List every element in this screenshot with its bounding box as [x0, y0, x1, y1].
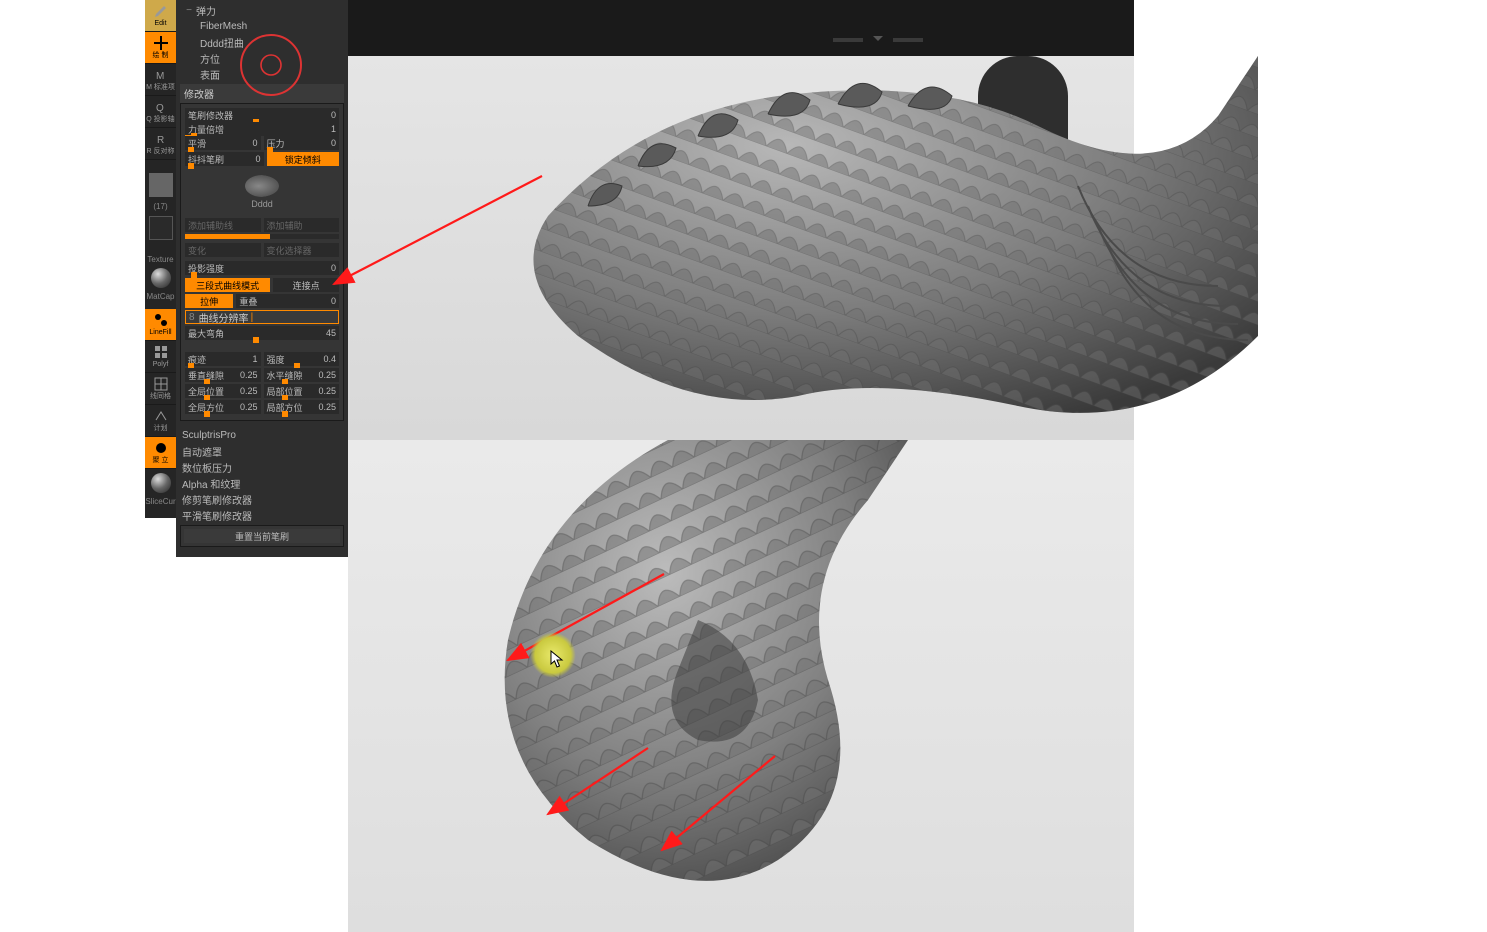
m-mode-button[interactable]: M M 标准项 [145, 64, 176, 96]
left-tool-rail: Edit 绘 制 M M 标准项 Q Q 投影轴 R R 反对称 (17) Te… [145, 0, 176, 518]
svg-text:Q: Q [156, 103, 164, 114]
lpos-slider[interactable]: 局部位置0.25 [264, 384, 340, 398]
gori-slider[interactable]: 全局方位0.25 [185, 400, 261, 414]
mouse-cursor-icon [550, 650, 564, 668]
three-seg-curve-button[interactable]: 三段式曲线模式 [185, 278, 270, 292]
panel-tree: −弹力 FiberMesh Dddd扭曲 方位 表面 [176, 0, 348, 84]
wire-label: 线同格 [150, 393, 171, 401]
jitter-slider[interactable]: 抖抖笔刷0 [185, 152, 264, 166]
curve-resolution-input[interactable]: 8 曲线分辨率 | [185, 310, 339, 324]
texture-swatch-label: (17) [145, 200, 176, 213]
m-mode-label: M 标准项 [146, 84, 175, 92]
lock-tilt-button[interactable]: 锁定倾斜 [267, 152, 340, 166]
matcap-label: MatCap [145, 290, 176, 303]
tree-item[interactable]: 表面 [182, 66, 342, 82]
connect-points-button[interactable]: 连接点 [273, 278, 339, 292]
brush-preview-name: Dddd [251, 199, 273, 209]
panel-drag-handle[interactable] [833, 38, 923, 43]
zadd-label: 聚 立 [153, 457, 169, 465]
texture-label: Texture [145, 253, 176, 266]
linefill-label: LineFill [149, 329, 171, 337]
pressure-slider[interactable]: 压力0 [264, 136, 340, 150]
viewport-lower[interactable] [348, 440, 1134, 932]
zadd-button[interactable]: 聚 立 [145, 437, 176, 469]
brush-settings-panel: −弹力 FiberMesh Dddd扭曲 方位 表面 修改器 笔刷修改器0 力量… [176, 0, 348, 557]
brush-preview-icon [245, 175, 279, 197]
brush-preview[interactable]: Dddd [185, 170, 339, 214]
svg-text:M: M [156, 71, 164, 82]
aux-progress [185, 234, 339, 239]
edit-mode-label: Edit [154, 20, 166, 28]
strength-slider[interactable]: 强度0.4 [264, 352, 340, 366]
tree-item[interactable]: 平滑笔刷修改器 [182, 507, 342, 523]
tree-item[interactable]: 自动遮罩 [182, 443, 342, 459]
wire-button[interactable]: 线同格 [145, 373, 176, 405]
gpos-slider[interactable]: 全局位置0.25 [185, 384, 261, 398]
polyf-button[interactable]: Polyf [145, 341, 176, 373]
q-mode-button[interactable]: Q Q 投影轴 [145, 96, 176, 128]
tree-item[interactable]: Dddd扭曲 [182, 34, 342, 50]
slicecurve-label: SliceCur [145, 495, 176, 508]
vgap-slider[interactable]: 垂直缝隙0.25 [185, 368, 261, 382]
linefill-button[interactable]: LineFill [145, 309, 176, 341]
variation-btn[interactable]: 变化 [185, 243, 261, 257]
svg-text:R: R [157, 135, 164, 146]
variation-picker-btn[interactable]: 变化选择器 [264, 243, 340, 257]
edit-mode-button[interactable]: Edit [145, 0, 176, 32]
smooth-slider[interactable]: 平滑0 [185, 136, 261, 150]
matcap-preview[interactable] [151, 268, 171, 288]
texture-slot-empty[interactable] [149, 216, 173, 240]
stretch-button[interactable]: 拉伸 [185, 294, 233, 308]
spacing-slider[interactable]: 痕迹1 [185, 352, 261, 366]
brush-modifier-slider[interactable]: 笔刷修改器0 [185, 108, 339, 122]
texture-swatch[interactable] [149, 173, 173, 197]
aux-line-btn[interactable]: 添加辅助线 [185, 218, 261, 232]
tree-item[interactable]: 修剪笔刷修改器 [182, 491, 342, 507]
modifier-section: 笔刷修改器0 力量倍增1 平滑0 压力0 抖抖笔刷0 锁定倾斜 Dddd 添加辅… [180, 103, 344, 421]
tree-item[interactable]: FiberMesh [182, 18, 342, 34]
r-mode-button[interactable]: R R 反对称 [145, 128, 176, 160]
tree-item[interactable]: 方位 [182, 50, 342, 66]
q-mode-label: Q 投影轴 [146, 116, 174, 124]
sculpt-model-upper [518, 56, 1258, 456]
tree-item[interactable]: 数位板压力 [182, 459, 342, 475]
draw-mode-button[interactable]: 绘 制 [145, 32, 176, 64]
max-angle-slider[interactable]: 最大弯角45 [185, 326, 339, 340]
bottom-tree: SculptrisPro 自动遮罩 数位板压力 Alpha 和纹理 修剪笔刷修改… [176, 425, 348, 525]
viewport-upper[interactable] [348, 56, 1134, 440]
lori-slider[interactable]: 局部方位0.25 [264, 400, 340, 414]
polyf-label: Polyf [153, 361, 169, 369]
aux-btn[interactable]: 添加辅助 [264, 218, 340, 232]
tree-item[interactable]: Alpha 和纹理 [182, 475, 342, 491]
overlap-slider[interactable]: 重叠0 [236, 294, 339, 308]
projection-strength-slider[interactable]: 投影强度0 [185, 261, 339, 275]
hgap-slider[interactable]: 水平缝隙0.25 [264, 368, 340, 382]
r-mode-label: R 反对称 [147, 148, 175, 156]
intensity-slider[interactable]: 力量倍增1 [185, 122, 339, 136]
draw-mode-label: 绘 制 [153, 52, 169, 60]
plan-button[interactable]: 计划 [145, 405, 176, 437]
sculpt-model-lower [448, 440, 1048, 932]
plan-label: 计划 [154, 425, 168, 433]
slicecurve-icon[interactable] [151, 473, 171, 493]
tree-item[interactable]: −弹力 [182, 2, 342, 18]
tree-item[interactable]: SculptrisPro [182, 427, 342, 443]
reset-brush-button[interactable]: 重置当前笔刷 [180, 525, 344, 547]
section-header: 修改器 [180, 84, 344, 103]
